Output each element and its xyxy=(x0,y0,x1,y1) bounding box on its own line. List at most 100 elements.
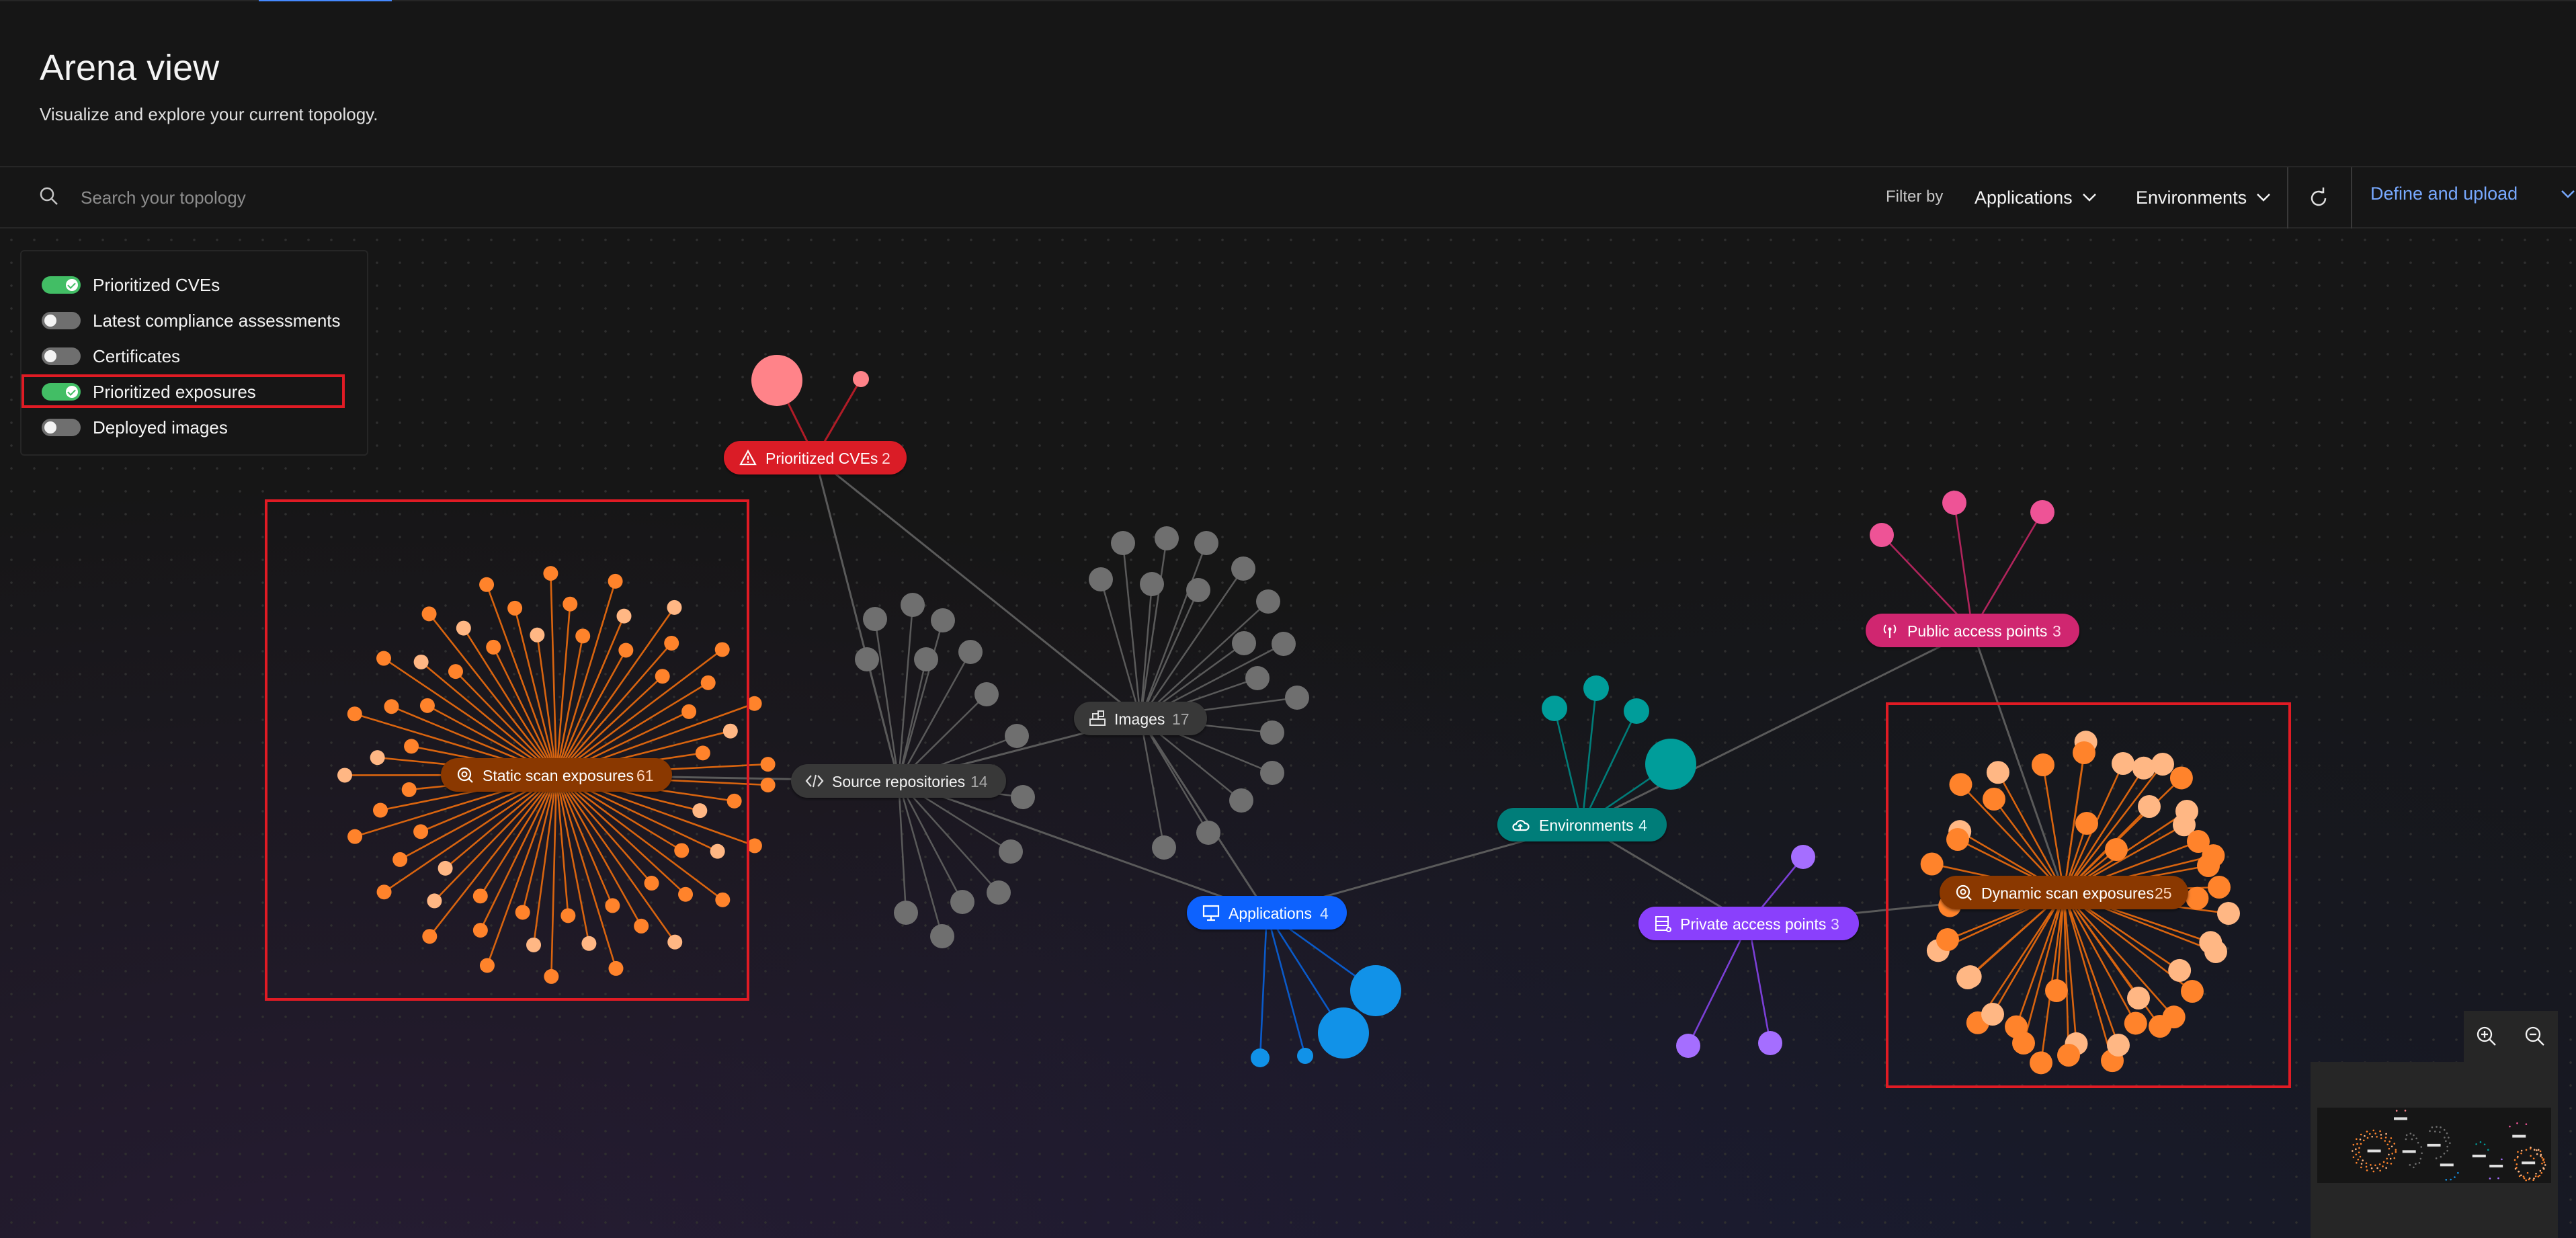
minimap-node xyxy=(2360,1143,2362,1145)
minimap-node xyxy=(2362,1139,2365,1142)
node-public-access-points[interactable]: Public access points 3 xyxy=(1866,614,2079,647)
minimap-panel[interactable] xyxy=(2311,1062,2558,1238)
toggle-switch[interactable] xyxy=(42,347,81,365)
legend-item-latest-compliance[interactable]: Latest compliance assessments xyxy=(42,307,341,334)
graph-leaf-node[interactable] xyxy=(751,355,802,406)
graph-leaf-node[interactable] xyxy=(1645,739,1696,790)
node-images[interactable]: Images 17 xyxy=(1074,702,1207,735)
graph-leaf-node[interactable] xyxy=(1272,632,1296,656)
minimap-node xyxy=(2384,1140,2386,1142)
graph-leaf-node[interactable] xyxy=(1583,675,1609,701)
toggle-switch[interactable] xyxy=(42,276,81,294)
graph-leaf-node[interactable] xyxy=(930,924,954,948)
graph-leaf-node[interactable] xyxy=(1111,531,1135,555)
zoom-in-icon[interactable] xyxy=(2473,1023,2500,1050)
minimap-hub xyxy=(2472,1154,2486,1157)
minimap-node xyxy=(2364,1134,2366,1137)
graph-edge xyxy=(898,780,1268,914)
graph-leaf-node[interactable] xyxy=(999,839,1023,864)
minimap-node xyxy=(2390,1163,2393,1165)
graph-leaf-node[interactable] xyxy=(1231,556,1255,581)
node-prioritized-cves[interactable]: Prioritized CVEs 2 xyxy=(724,441,907,474)
graph-leaf-node[interactable] xyxy=(914,647,938,671)
toggle-switch[interactable] xyxy=(42,419,81,436)
graph-leaf-node[interactable] xyxy=(1676,1034,1700,1058)
graph-edge xyxy=(1747,923,1772,1044)
minimap-hub xyxy=(2394,1117,2408,1120)
graph-leaf-node[interactable] xyxy=(1260,761,1284,785)
minimap-node xyxy=(2440,1155,2442,1158)
zoom-out-icon[interactable] xyxy=(2522,1023,2548,1050)
node-count: 14 xyxy=(970,773,988,790)
minimap-node xyxy=(2419,1157,2422,1160)
graph-leaf-node[interactable] xyxy=(894,901,918,925)
minimap-node xyxy=(2528,1178,2530,1181)
minimap-hub xyxy=(2367,1149,2381,1153)
graph-leaf-node[interactable] xyxy=(1791,845,1815,869)
graph-leaf-node[interactable] xyxy=(1152,835,1176,860)
graph-leaf-node[interactable] xyxy=(1245,666,1270,690)
graph-leaf-node[interactable] xyxy=(1624,698,1649,724)
highlight-prioritized-exposures-toggle xyxy=(22,374,345,408)
node-environments[interactable]: Environments 4 xyxy=(1497,808,1667,841)
legend-item-deployed-images[interactable]: Deployed images xyxy=(42,414,228,441)
graph-leaf-node[interactable] xyxy=(987,880,1011,905)
minimap-node xyxy=(2374,1164,2376,1167)
graph-leaf-node[interactable] xyxy=(1196,821,1220,845)
node-label: Images xyxy=(1114,710,1165,728)
graph-leaf-node[interactable] xyxy=(760,757,776,772)
minimap-node xyxy=(2366,1130,2368,1132)
graph-leaf-node[interactable] xyxy=(853,371,869,387)
minimap-viewport[interactable] xyxy=(2317,1108,2551,1183)
legend-item-label: Prioritized CVEs xyxy=(93,274,220,295)
graph-leaf-node[interactable] xyxy=(1350,965,1401,1016)
minimap-node xyxy=(2413,1166,2415,1169)
minimap-node xyxy=(2509,1125,2511,1128)
node-source-repositories[interactable]: Source repositories 14 xyxy=(791,764,1006,798)
graph-leaf-node[interactable] xyxy=(863,607,887,631)
graph-leaf-node[interactable] xyxy=(855,647,879,671)
graph-leaf-node[interactable] xyxy=(1318,1007,1369,1059)
graph-leaf-node[interactable] xyxy=(1232,631,1256,655)
graph-leaf-node[interactable] xyxy=(901,593,925,617)
graph-leaf-node[interactable] xyxy=(1260,720,1284,745)
graph-edge xyxy=(1581,710,1638,825)
graph-leaf-node[interactable] xyxy=(1285,686,1309,710)
minimap-node xyxy=(2525,1179,2528,1182)
minimap-node xyxy=(2376,1167,2378,1169)
graph-leaf-node[interactable] xyxy=(1297,1048,1313,1064)
node-count: 2 xyxy=(882,450,890,467)
graph-leaf-node[interactable] xyxy=(958,640,983,664)
graph-leaf-node[interactable] xyxy=(1155,526,1179,550)
graph-leaf-node[interactable] xyxy=(1542,696,1567,721)
graph-leaf-node[interactable] xyxy=(1140,572,1164,596)
graph-leaf-node[interactable] xyxy=(1251,1048,1270,1067)
minimap-node xyxy=(2388,1141,2391,1143)
node-private-access-points[interactable]: Private access points 3 xyxy=(1638,907,1859,940)
graph-leaf-node[interactable] xyxy=(1186,578,1210,602)
minimap-hub xyxy=(2489,1164,2503,1167)
graph-leaf-node[interactable] xyxy=(760,777,776,792)
graph-leaf-node[interactable] xyxy=(1089,567,1113,591)
graph-leaf-node[interactable] xyxy=(2030,500,2054,524)
legend-item-prioritized-cves[interactable]: Prioritized CVEs xyxy=(42,272,220,298)
graph-leaf-node[interactable] xyxy=(974,682,999,706)
graph-leaf-node[interactable] xyxy=(1256,589,1280,614)
graph-leaf-node[interactable] xyxy=(950,890,974,914)
graph-leaf-node[interactable] xyxy=(1005,724,1029,748)
graph-leaf-node[interactable] xyxy=(1870,523,1894,547)
minimap-node xyxy=(2386,1162,2388,1164)
minimap-node xyxy=(2483,1143,2486,1146)
graph-leaf-node[interactable] xyxy=(1758,1031,1782,1055)
legend-item-certificates[interactable]: Certificates xyxy=(42,343,180,370)
graph-leaf-node[interactable] xyxy=(1942,491,1966,515)
graph-leaf-node[interactable] xyxy=(1229,788,1253,813)
graph-leaf-node[interactable] xyxy=(1194,531,1218,555)
minimap-node xyxy=(2368,1132,2371,1135)
graph-leaf-node[interactable] xyxy=(931,608,955,632)
graph-leaf-node[interactable] xyxy=(1011,785,1035,809)
toggle-switch[interactable] xyxy=(42,312,81,329)
graph-leaf-node[interactable] xyxy=(747,838,762,854)
node-applications[interactable]: Applications 4 xyxy=(1187,896,1347,930)
minimap-node xyxy=(2370,1163,2372,1166)
